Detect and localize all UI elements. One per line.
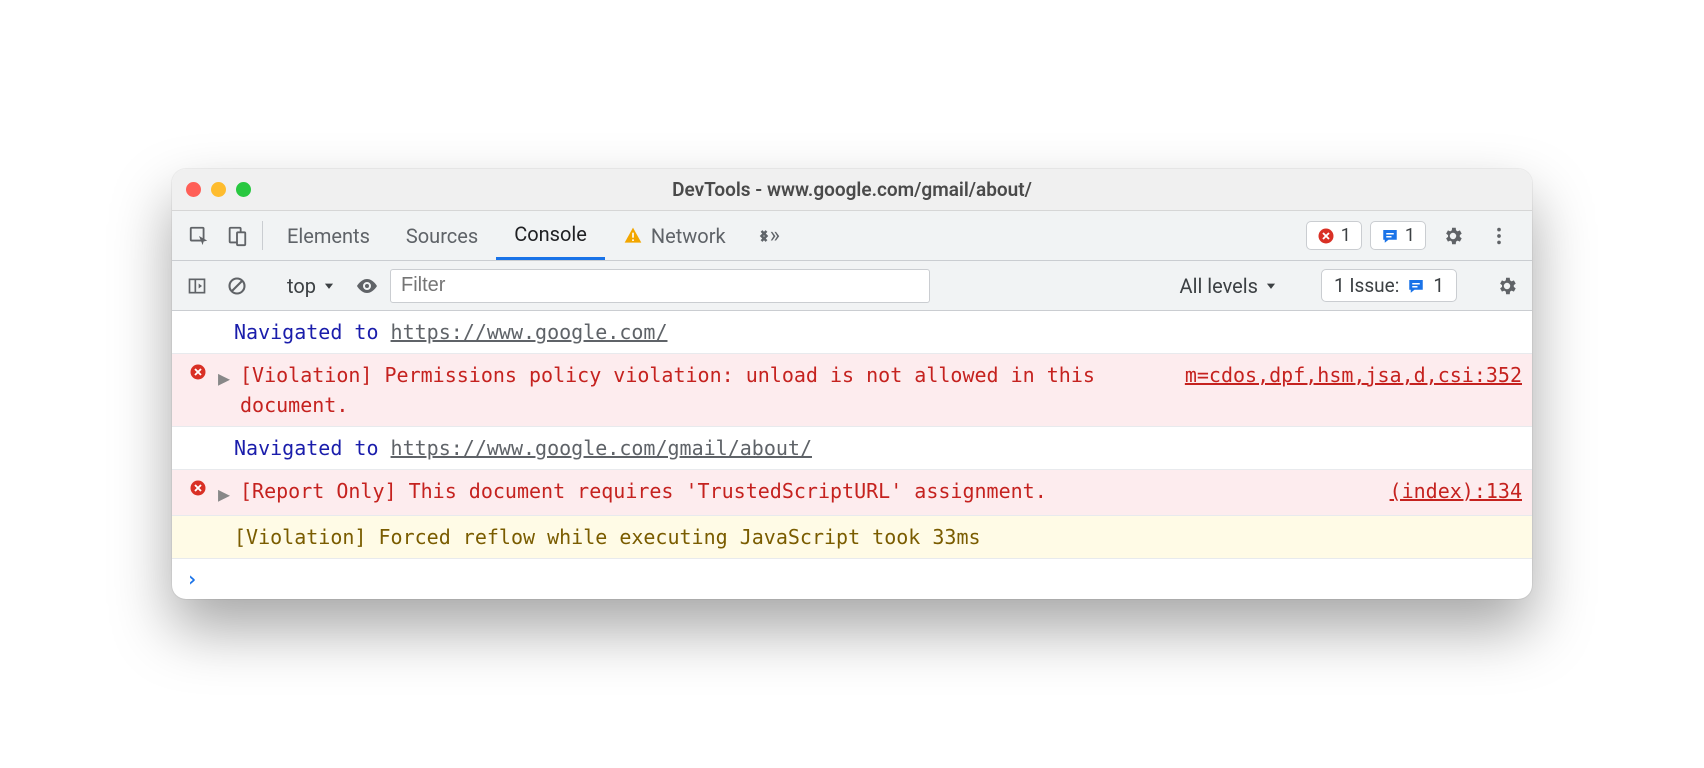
source-link[interactable]: (index):134 <box>1390 476 1522 506</box>
error-icon <box>189 479 207 497</box>
errors-badge[interactable]: 1 <box>1306 221 1362 250</box>
warning-message: [Violation] Forced reflow while executin… <box>172 516 1532 559</box>
console-toolbar: top All levels 1 Issue: 1 <box>172 261 1532 311</box>
log-levels-selector[interactable]: All levels <box>1170 274 1288 298</box>
tab-elements[interactable]: Elements <box>269 211 388 260</box>
errors-count: 1 <box>1341 225 1351 246</box>
titlebar: DevTools - www.google.com/gmail/about/ <box>172 169 1532 211</box>
more-tabs-button[interactable]: » <box>744 211 790 260</box>
chevron-down-icon <box>1264 279 1278 293</box>
levels-label: All levels <box>1180 274 1258 298</box>
error-message: ▶ [Violation] Permissions policy violati… <box>172 354 1532 427</box>
warning-icon <box>623 226 643 246</box>
tab-console[interactable]: Console <box>496 211 605 260</box>
issue-label: 1 Issue: <box>1334 274 1399 297</box>
panel-tabs: Elements Sources Console Network <box>269 211 744 260</box>
devtools-window: DevTools - www.google.com/gmail/about/ E… <box>172 169 1532 599</box>
message-text: [Violation] Forced reflow while executin… <box>234 522 1522 552</box>
kebab-menu-icon[interactable] <box>1480 225 1518 247</box>
close-icon[interactable] <box>186 182 201 197</box>
nav-url[interactable]: https://www.google.com/ <box>391 320 668 344</box>
issues-count: 1 <box>1405 225 1415 246</box>
console-prompt[interactable]: › <box>172 559 1532 599</box>
main-tabbar: Elements Sources Console Network » 1 1 <box>172 211 1532 261</box>
context-label: top <box>287 274 316 298</box>
disclosure-triangle-icon[interactable]: ▶ <box>218 476 232 509</box>
navigation-message: Navigated to https://www.google.com/ <box>172 311 1532 354</box>
tabbar-right: 1 1 <box>1306 211 1524 260</box>
filter-input[interactable] <box>390 269 930 303</box>
clear-console-icon[interactable] <box>220 269 254 303</box>
error-icon <box>1317 227 1335 245</box>
tab-sources[interactable]: Sources <box>388 211 496 260</box>
error-icon <box>189 363 207 381</box>
nav-url[interactable]: https://www.google.com/gmail/about/ <box>391 436 812 460</box>
tab-label: Elements <box>287 224 370 248</box>
sidebar-toggle-icon[interactable] <box>180 269 214 303</box>
window-title: DevTools - www.google.com/gmail/about/ <box>672 178 1032 201</box>
source-link[interactable]: m=cdos,dpf,hsm,jsa,d,csi:352 <box>1185 360 1522 390</box>
chevron-down-icon <box>322 279 336 293</box>
settings-icon[interactable] <box>1434 225 1472 247</box>
traffic-lights <box>186 182 251 197</box>
issues-badge[interactable]: 1 <box>1370 221 1426 250</box>
disclosure-triangle-icon[interactable]: ▶ <box>218 360 232 393</box>
divider <box>262 221 263 250</box>
error-message: ▶ [Report Only] This document requires '… <box>172 470 1532 516</box>
context-selector[interactable]: top <box>279 274 344 298</box>
inspect-icon[interactable] <box>180 211 218 260</box>
nav-prefix: Navigated to <box>234 436 391 460</box>
issue-icon <box>1381 227 1399 245</box>
issues-button[interactable]: 1 Issue: 1 <box>1321 269 1457 302</box>
issue-icon <box>1407 277 1425 295</box>
message-text: [Report Only] This document requires 'Tr… <box>240 476 1366 506</box>
tab-label: Console <box>514 222 587 246</box>
message-text: [Violation] Permissions policy violation… <box>240 360 1161 420</box>
nav-prefix: Navigated to <box>234 320 391 344</box>
tab-network[interactable]: Network <box>605 211 744 260</box>
live-expression-icon[interactable] <box>350 269 384 303</box>
console-settings-icon[interactable] <box>1490 269 1524 303</box>
minimize-icon[interactable] <box>211 182 226 197</box>
navigation-message: Navigated to https://www.google.com/gmai… <box>172 427 1532 470</box>
issue-count: 1 <box>1433 274 1444 297</box>
tab-label: Network <box>651 224 726 248</box>
console-output: Navigated to https://www.google.com/ ▶ [… <box>172 311 1532 599</box>
tab-label: Sources <box>406 224 478 248</box>
maximize-icon[interactable] <box>236 182 251 197</box>
device-toggle-icon[interactable] <box>218 211 256 260</box>
